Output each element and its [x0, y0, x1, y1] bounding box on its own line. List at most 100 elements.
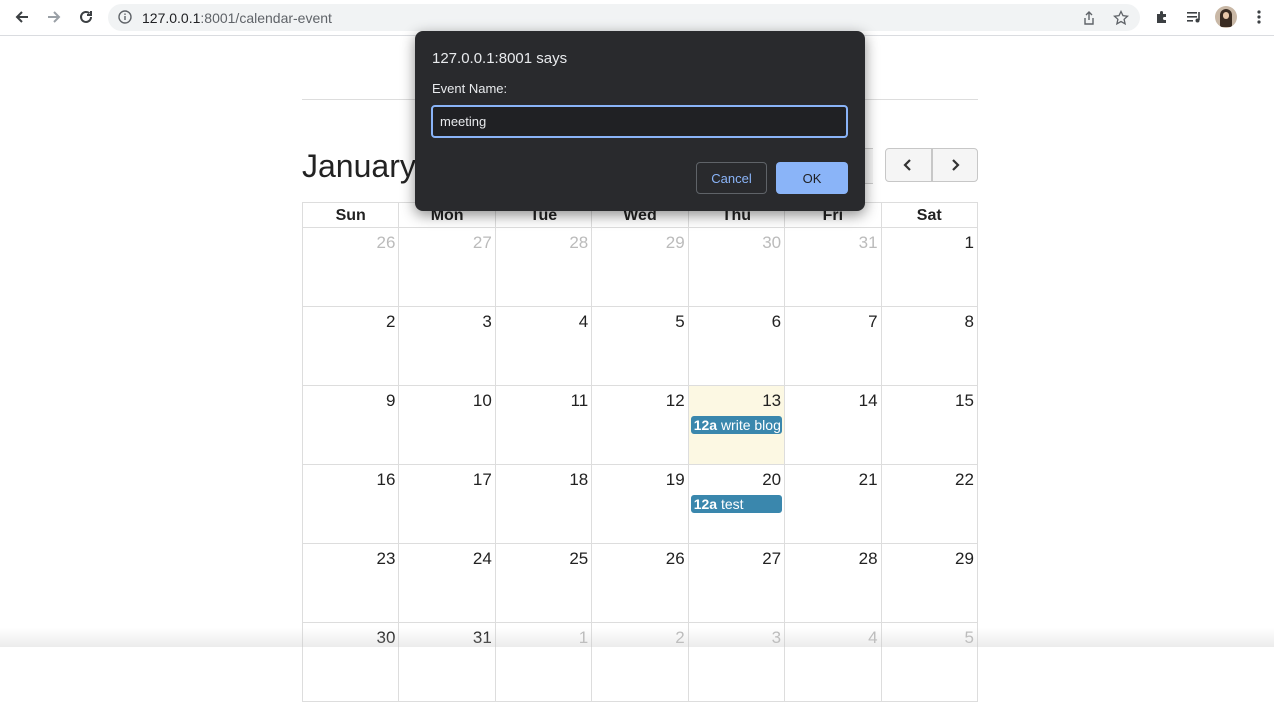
site-info-icon[interactable] — [118, 10, 132, 29]
day-number: 16 — [376, 470, 396, 489]
prompt-dialog: 127.0.0.1:8001 says Event Name: Cancel O… — [415, 31, 865, 211]
day-number: 27 — [472, 233, 492, 252]
calendar-day-cell[interactable]: 17 — [399, 465, 496, 543]
address-bar[interactable]: 127.0.0.1:8001/calendar-event — [108, 4, 1140, 31]
media-queue-icon[interactable] — [1184, 7, 1204, 27]
day-number: 7 — [868, 312, 878, 331]
calendar-day-cell[interactable]: 15 — [882, 386, 978, 464]
calendar-day-cell[interactable]: 2 — [303, 307, 400, 385]
ok-button[interactable]: OK — [776, 162, 848, 194]
calendar-event[interactable]: 12a write blog — [690, 416, 783, 434]
calendar-grid: Sun Mon Tue Wed Thu Fri Sat 26 27 28 29 30 31 1 2 3 4 5 6… — [302, 202, 978, 702]
calendar-day-cell[interactable]: 27 — [689, 544, 786, 622]
day-number: 30 — [376, 628, 396, 647]
calendar-day-cell[interactable]: 23 — [303, 544, 400, 622]
calendar-day-cell[interactable]: 26 — [303, 228, 400, 306]
day-number: 6 — [771, 312, 782, 331]
day-number: 9 — [385, 391, 396, 410]
event-time: 12a — [693, 417, 718, 433]
calendar-day-cell[interactable]: 3 — [689, 623, 786, 701]
calendar-day-cell[interactable]: 5 — [882, 623, 978, 701]
dialog-message: Event Name: — [432, 81, 508, 96]
calendar-day-cell[interactable]: 16 — [303, 465, 400, 543]
chevron-right-icon — [951, 159, 960, 171]
calendar-day-cell[interactable]: 12 — [592, 386, 689, 464]
day-number: 1 — [964, 233, 974, 252]
extensions-puzzle-icon[interactable] — [1152, 7, 1172, 27]
calendar-day-cell[interactable]: 29 — [882, 544, 978, 622]
calendar-day-cell[interactable]: 26 — [592, 544, 689, 622]
calendar-day-cell[interactable]: 31 — [785, 228, 882, 306]
calendar-day-cell[interactable]: 24 — [399, 544, 496, 622]
day-number: 5 — [675, 312, 685, 331]
day-number: 5 — [964, 628, 974, 647]
calendar-day-cell[interactable]: 9 — [303, 386, 400, 464]
bookmark-star-icon[interactable] — [1112, 9, 1130, 27]
day-number: 25 — [569, 549, 589, 568]
reload-icon — [80, 10, 92, 23]
forward-button[interactable] — [41, 5, 67, 29]
calendar-day-cell[interactable]: 30 — [689, 228, 786, 306]
day-number: 23 — [376, 549, 396, 568]
calendar-week-row: 2 3 4 5 6 7 8 — [302, 307, 978, 386]
calendar-week-row: 23 24 25 26 27 28 29 — [302, 544, 978, 623]
calendar-day-cell[interactable]: 14 — [785, 386, 882, 464]
calendar-day-cell[interactable]: 1 — [882, 228, 978, 306]
day-number: 18 — [569, 470, 589, 489]
calendar-day-cell[interactable]: 8 — [882, 307, 978, 385]
day-number: 1 — [578, 628, 589, 647]
calendar-day-cell[interactable]: 19 — [592, 465, 689, 543]
calendar-day-cell[interactable]: 4 — [785, 623, 882, 701]
day-number: 20 — [762, 470, 782, 489]
reload-button[interactable] — [73, 5, 99, 29]
calendar-event[interactable]: 12a test — [690, 495, 783, 513]
day-number: 22 — [955, 470, 974, 489]
day-number: 4 — [578, 312, 589, 331]
day-number: 3 — [482, 312, 492, 331]
calendar-day-cell[interactable]: 20 12a test — [689, 465, 786, 543]
day-number: 31 — [472, 628, 492, 647]
chevron-left-icon — [903, 159, 912, 171]
weekday-header-cell: Sat — [916, 207, 942, 224]
calendar-day-cell[interactable]: 4 — [496, 307, 593, 385]
calendar-day-cell[interactable]: 13 12a write blog — [688, 386, 786, 464]
calendar-day-cell[interactable]: 10 — [399, 386, 496, 464]
more-menu-icon[interactable] — [1249, 7, 1269, 27]
share-icon[interactable] — [1080, 9, 1098, 27]
calendar-day-cell[interactable]: 30 — [303, 623, 400, 701]
day-number: 26 — [376, 233, 396, 252]
day-number: 30 — [762, 233, 782, 252]
day-number: 2 — [675, 628, 685, 647]
event-title: write blog — [720, 417, 781, 433]
cancel-button[interactable]: Cancel — [696, 162, 767, 194]
calendar-day-cell[interactable]: 22 — [882, 465, 978, 543]
calendar-day-cell[interactable]: 2 — [592, 623, 689, 701]
calendar-day-cell[interactable]: 27 — [399, 228, 496, 306]
calendar-day-cell[interactable]: 28 — [496, 228, 593, 306]
calendar-day-cell[interactable]: 5 — [592, 307, 689, 385]
calendar-week-row: 30 31 1 2 3 4 5 — [302, 623, 978, 702]
prev-month-button[interactable] — [885, 148, 932, 182]
day-number: 24 — [472, 549, 492, 568]
day-number: 4 — [868, 628, 878, 647]
calendar-day-cell[interactable]: 21 — [785, 465, 882, 543]
calendar-day-cell[interactable]: 18 — [496, 465, 593, 543]
calendar-day-cell[interactable]: 29 — [592, 228, 689, 306]
calendar-day-cell[interactable]: 11 — [496, 386, 593, 464]
dialog-title: 127.0.0.1:8001 says — [432, 50, 568, 67]
calendar-title: January — [302, 148, 416, 184]
day-number: 2 — [385, 312, 396, 331]
profile-avatar[interactable] — [1215, 6, 1237, 28]
calendar-day-cell[interactable]: 28 — [785, 544, 882, 622]
calendar-day-cell[interactable]: 7 — [785, 307, 882, 385]
calendar-day-cell[interactable]: 3 — [399, 307, 496, 385]
day-number: 11 — [570, 391, 589, 410]
back-button[interactable] — [9, 5, 35, 29]
calendar-day-cell[interactable]: 25 — [496, 544, 593, 622]
event-name-input[interactable] — [431, 105, 848, 138]
calendar-week-row: 16 17 18 19 20 12a test 21 22 — [302, 465, 978, 544]
calendar-day-cell[interactable]: 1 — [496, 623, 593, 701]
calendar-day-cell[interactable]: 6 — [689, 307, 786, 385]
calendar-day-cell[interactable]: 31 — [399, 623, 496, 701]
next-month-button[interactable] — [931, 148, 978, 182]
